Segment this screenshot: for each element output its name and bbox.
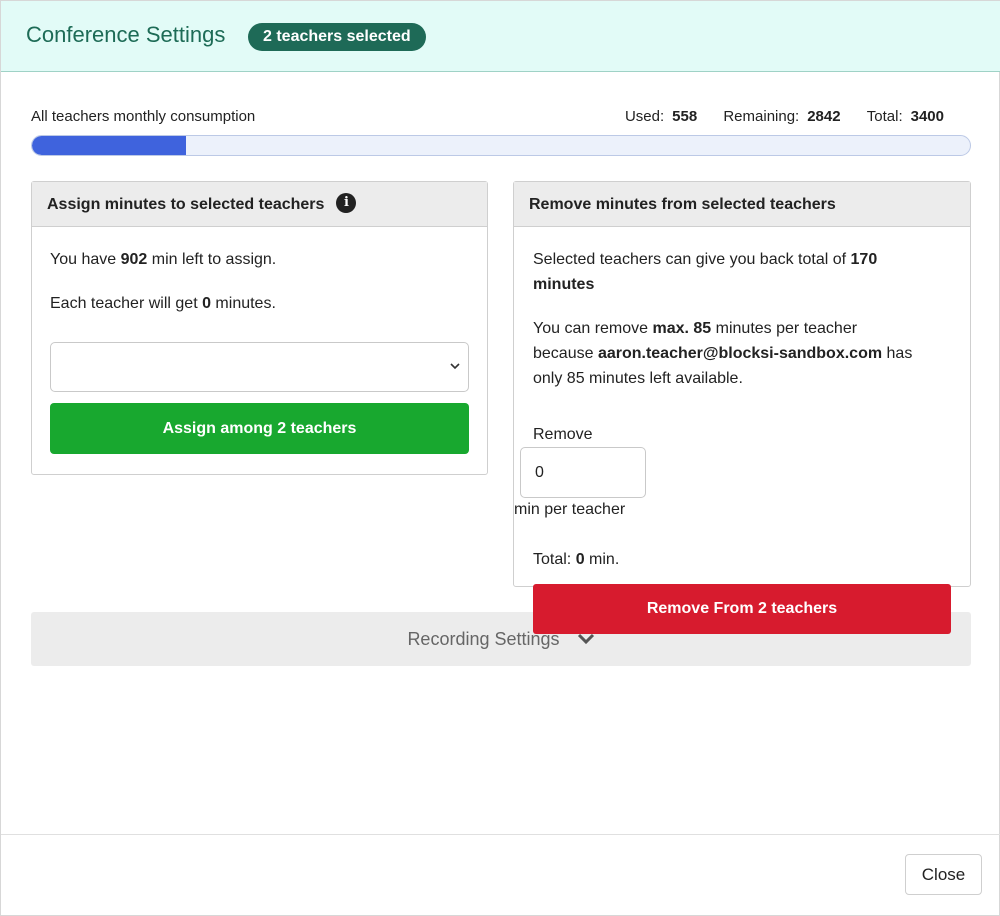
giveback-unit: minutes <box>533 276 595 293</box>
used-label: Used: <box>624 108 665 125</box>
info-icon[interactable]: i <box>336 193 357 214</box>
conference-settings-modal: Conference Settings 2 teachers selected … <box>0 0 1000 916</box>
modal-header: Conference Settings 2 teachers selected <box>1 1 1000 72</box>
max-mid: minutes per teacher <box>711 320 858 337</box>
consumption-progress-bar <box>31 135 971 156</box>
close-button[interactable]: Close <box>905 854 982 895</box>
remaining-label: Remaining: <box>723 108 800 125</box>
consumption-progress-fill <box>32 136 186 155</box>
each-teacher-text: Each teacher will get 0 minutes. <box>50 291 276 316</box>
because-prefix: because <box>533 345 598 362</box>
chevron-down-icon <box>577 633 594 644</box>
max-value: max. 85 <box>652 320 712 337</box>
remove-total-text: Total: 0 min. <box>533 547 619 572</box>
assign-panel-header: Assign minutes to selected teachers i <box>32 182 487 227</box>
each-teacher-prefix: Each teacher will get <box>50 295 203 312</box>
per-teacher-label: min per teacher <box>514 501 626 518</box>
each-teacher-suffix: minutes. <box>210 295 276 312</box>
remove-total-prefix: Total: <box>533 551 576 568</box>
assign-minutes-select[interactable] <box>50 342 469 392</box>
remaining-value: 2842 <box>807 108 841 125</box>
minutes-left-prefix: You have <box>50 251 121 268</box>
giveback-text: Selected teachers can give you back tota… <box>533 247 953 297</box>
only-available-text: only 85 minutes left available. <box>533 370 743 387</box>
max-prefix: You can remove <box>533 320 653 337</box>
remove-minutes-panel: Remove minutes from selected teachers Se… <box>513 181 971 587</box>
assign-minutes-panel: Assign minutes to selected teachers i You… <box>31 181 488 475</box>
consumption-label: All teachers monthly consumption <box>31 108 256 125</box>
giveback-prefix: Selected teachers can give you back tota… <box>533 251 851 268</box>
remove-button[interactable]: Remove From 2 teachers <box>533 584 951 634</box>
modal-footer-divider <box>1 834 1000 835</box>
total-value: 3400 <box>910 108 944 125</box>
used-value: 558 <box>672 108 698 125</box>
minutes-left-value: 902 <box>120 251 148 268</box>
assign-panel-title: Assign minutes to selected teachers <box>47 196 325 213</box>
remove-label: Remove <box>533 426 593 443</box>
consumption-stats: Used: 558 Remaining: 2842 Total: 3400 <box>603 108 944 125</box>
chevron-down-icon <box>450 363 460 370</box>
total-label: Total: <box>866 108 903 125</box>
giveback-value: 170 <box>850 251 878 268</box>
max-remove-text: You can remove max. 85 minutes per teach… <box>533 316 963 391</box>
each-teacher-value: 0 <box>202 295 211 312</box>
remove-total-suffix: min. <box>584 551 620 568</box>
assign-button[interactable]: Assign among 2 teachers <box>50 403 469 454</box>
because-suffix: has <box>882 345 913 362</box>
minutes-left-suffix: min left to assign. <box>147 251 277 268</box>
selected-count-badge: 2 teachers selected <box>248 23 426 51</box>
remove-minutes-input[interactable] <box>520 447 646 498</box>
remove-panel-header: Remove minutes from selected teachers <box>514 182 970 227</box>
modal-title: Conference Settings <box>26 22 226 47</box>
minutes-left-text: You have 902 min left to assign. <box>50 247 276 272</box>
teacher-email: aaron.teacher@blocksi-sandbox.com <box>597 345 883 362</box>
remove-total-value: 0 <box>575 551 585 568</box>
